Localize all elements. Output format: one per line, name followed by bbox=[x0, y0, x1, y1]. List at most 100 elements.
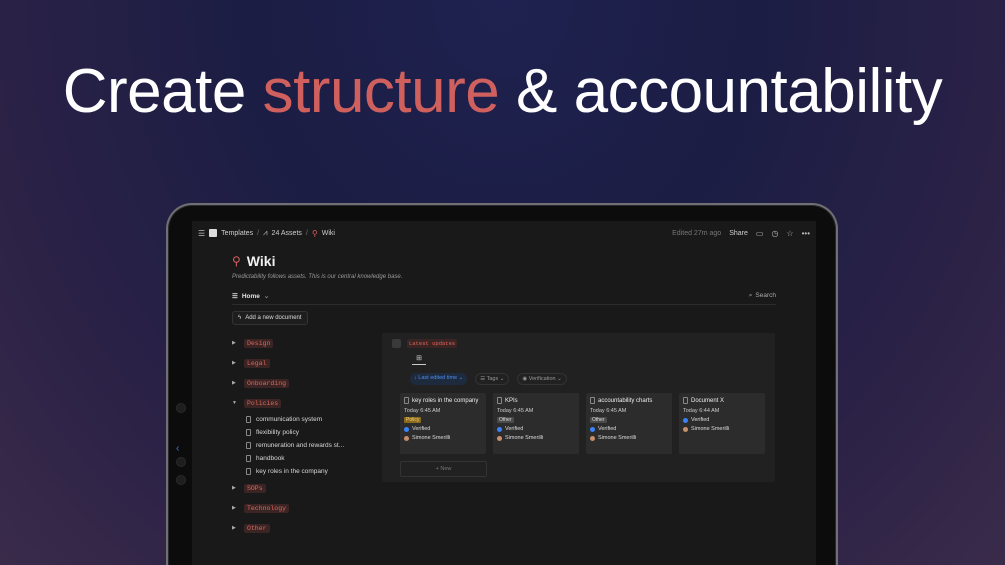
pin-icon: ⚲ bbox=[311, 228, 318, 238]
filters: ↓ Last edited time ⌄ ☰ Tags ⌄ ◉ Verifica… bbox=[410, 373, 765, 385]
document-icon bbox=[246, 442, 251, 449]
headline-part2: & accountability bbox=[499, 57, 943, 126]
device-button bbox=[176, 457, 186, 467]
comment-icon[interactable]: ▭ bbox=[756, 229, 764, 238]
share-button[interactable]: Share bbox=[729, 230, 748, 237]
add-document-button[interactable]: ϟ Add a new document bbox=[232, 311, 308, 325]
verified-icon bbox=[590, 426, 595, 432]
avatar bbox=[590, 435, 595, 441]
topbar: ☰ Templates / ⩘ 24 Assets / ⚲ Wiki Edite… bbox=[192, 221, 816, 245]
tree-subitem[interactable]: remuneration and rewards st... bbox=[232, 439, 382, 452]
tree-item-policies[interactable]: ▼ Policies bbox=[232, 393, 382, 413]
card-title: KPIs bbox=[505, 397, 518, 404]
app-screen: ☰ Templates / ⩘ 24 Assets / ⚲ Wiki Edite… bbox=[192, 221, 816, 565]
assets-icon: ⩘ bbox=[263, 228, 268, 237]
panel-head: Latest updates bbox=[392, 339, 765, 348]
page-pin-icon: ⚲ bbox=[232, 254, 241, 268]
document-icon bbox=[246, 416, 251, 423]
card-tag: Policy bbox=[404, 417, 422, 423]
tree-item-design[interactable]: ▶ Design bbox=[232, 333, 382, 353]
topbar-actions: Edited 27m ago Share ▭ ◷ ☆ ••• bbox=[672, 229, 810, 238]
card-user: Simone Smerilli bbox=[598, 435, 637, 441]
tree-label: Other bbox=[244, 523, 270, 533]
sort-filter-label: Last edited time bbox=[418, 375, 458, 381]
breadcrumb-separator: / bbox=[257, 229, 260, 237]
doc-card[interactable]: accountability charts Today 6:45 AM Othe… bbox=[586, 393, 672, 454]
sort-filter[interactable]: ↓ Last edited time ⌄ bbox=[410, 373, 468, 385]
doc-card[interactable]: Document X Today 6:44 AM Verified Simone… bbox=[679, 393, 765, 454]
doc-card[interactable]: key roles in the company Today 6:45 AM P… bbox=[400, 393, 486, 454]
verification-filter[interactable]: ◉ Verification ⌄ bbox=[517, 373, 567, 385]
headline: Create structure & accountability bbox=[0, 56, 1005, 127]
subitem-label: handbook bbox=[256, 455, 285, 462]
card-tag: Other bbox=[497, 417, 514, 423]
card-title: accountability charts bbox=[598, 397, 653, 404]
expand-icon[interactable]: ▶ bbox=[232, 360, 238, 366]
lightning-icon: ϟ bbox=[238, 315, 242, 321]
headline-accent: structure bbox=[262, 57, 500, 126]
tablet-device: ‹ ☰ Templates / ⩘ 24 Assets / ⚲ Wiki Edi… bbox=[166, 203, 838, 565]
collapse-arrow-icon[interactable]: ‹ bbox=[176, 443, 179, 454]
tree-label: Onboarding bbox=[244, 378, 290, 388]
add-document-label: Add a new document bbox=[245, 315, 302, 321]
verified-icon bbox=[497, 426, 502, 432]
document-icon bbox=[246, 429, 251, 436]
star-icon[interactable]: ☆ bbox=[786, 229, 793, 238]
view-label: Home bbox=[241, 292, 260, 300]
subitem-label: key roles in the company bbox=[256, 468, 328, 475]
breadcrumb-templates[interactable]: Templates bbox=[221, 230, 253, 237]
tree-subitem[interactable]: flexibility policy bbox=[232, 426, 382, 439]
category-tree: ▶ Design ▶ Legal ▶ Onboarding ▼ Policies com… bbox=[232, 333, 382, 538]
tree-label: Design bbox=[244, 338, 274, 348]
gallery-view-icon[interactable]: ⊞ bbox=[412, 354, 426, 365]
more-icon[interactable]: ••• bbox=[802, 229, 810, 238]
tree-item-technology[interactable]: ▶ Technology bbox=[232, 498, 382, 518]
tags-filter[interactable]: ☰ Tags ⌄ bbox=[475, 373, 510, 385]
card-user: Simone Smerilli bbox=[505, 435, 544, 441]
card-verified: Verified bbox=[691, 417, 710, 423]
device-button bbox=[176, 475, 186, 485]
breadcrumb-wiki[interactable]: Wiki bbox=[322, 230, 335, 237]
avatar bbox=[683, 426, 688, 432]
tree-item-legal[interactable]: ▶ Legal bbox=[232, 353, 382, 373]
breadcrumb-assets[interactable]: 24 Assets bbox=[272, 230, 302, 237]
menu-icon[interactable]: ☰ bbox=[198, 229, 205, 238]
tree-item-sops[interactable]: ▶ SOPs bbox=[232, 478, 382, 498]
tree-label: SOPs bbox=[244, 483, 266, 493]
subitem-label: communication system bbox=[256, 416, 323, 423]
new-card-button[interactable]: + New bbox=[400, 461, 487, 477]
expand-icon[interactable]: ▶ bbox=[232, 340, 238, 346]
search-button[interactable]: ⌕ Search bbox=[749, 292, 776, 300]
title-row: ⚲ Wiki bbox=[232, 253, 776, 269]
clock-icon[interactable]: ◷ bbox=[771, 229, 778, 238]
tree-label: Policies bbox=[244, 398, 282, 408]
expand-icon[interactable]: ▶ bbox=[232, 525, 238, 531]
tree-item-onboarding[interactable]: ▶ Onboarding bbox=[232, 373, 382, 393]
verification-filter-label: Verification bbox=[528, 376, 556, 382]
latest-updates-panel: Latest updates ⊞ ↓ Last edited time ⌄ ☰ … bbox=[382, 333, 775, 482]
tree-subitem[interactable]: handbook bbox=[232, 452, 382, 465]
document-icon bbox=[404, 397, 409, 404]
subitem-label: flexibility policy bbox=[256, 429, 299, 436]
card-user: Simone Smerilli bbox=[412, 435, 451, 441]
view-selector[interactable]: ☰ Home ⌄ bbox=[232, 292, 269, 301]
templates-icon bbox=[209, 229, 218, 237]
card-date: Today 6:44 AM bbox=[683, 408, 720, 414]
card-title: key roles in the company bbox=[412, 397, 479, 404]
document-icon bbox=[246, 455, 251, 462]
tree-item-other[interactable]: ▶ Other bbox=[232, 518, 382, 538]
document-icon bbox=[246, 468, 251, 475]
card-date: Today 6:45 AM bbox=[590, 408, 627, 414]
expand-icon[interactable]: ▶ bbox=[232, 485, 238, 491]
collapse-icon[interactable]: ▼ bbox=[232, 400, 238, 406]
tree-subitem[interactable]: key roles in the company bbox=[232, 465, 382, 478]
expand-icon[interactable]: ▶ bbox=[232, 505, 238, 511]
expand-icon[interactable]: ▶ bbox=[232, 380, 238, 386]
subitem-label: remuneration and rewards st... bbox=[256, 442, 345, 449]
doc-card[interactable]: KPIs Today 6:45 AM Other Verified Simone… bbox=[493, 393, 579, 454]
list-icon: ☰ bbox=[232, 293, 238, 300]
tree-subitem[interactable]: communication system bbox=[232, 413, 382, 426]
document-icon bbox=[590, 397, 595, 404]
card-verified: Verified bbox=[598, 426, 617, 432]
latest-updates-tag: Latest updates bbox=[407, 339, 458, 348]
